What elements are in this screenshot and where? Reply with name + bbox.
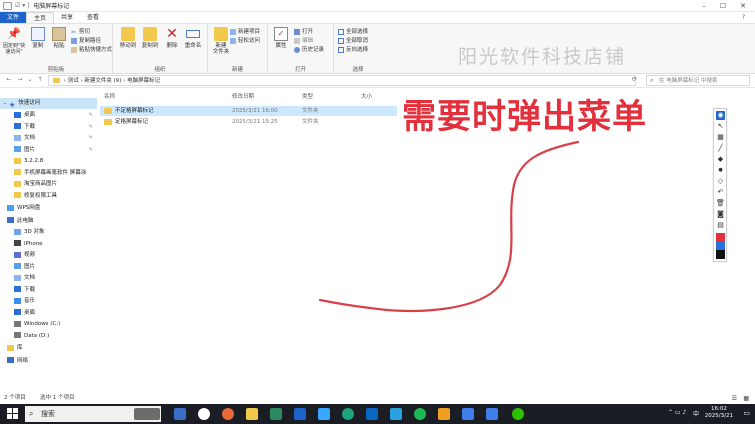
search-icon: ⌕: [29, 409, 34, 418]
thumbnail-view-icon[interactable]: ▦: [743, 393, 749, 404]
app-icon-8[interactable]: [486, 408, 498, 420]
grid-icon[interactable]: ▦: [716, 133, 725, 142]
ime-indicator[interactable]: 中: [693, 409, 699, 418]
highlighter-icon[interactable]: ◆: [716, 155, 725, 164]
pen-icon[interactable]: ╱: [716, 144, 725, 153]
item-count: 2 个项目: [4, 395, 26, 401]
app-icon-3[interactable]: [318, 408, 330, 420]
taskbar-clock[interactable]: 16:02 2025/3/21: [705, 406, 733, 420]
undo-icon[interactable]: ↶: [716, 188, 725, 197]
notification-icon[interactable]: ▭: [743, 409, 750, 417]
trash-icon[interactable]: 🗑: [716, 199, 725, 208]
chrome-icon[interactable]: [198, 408, 210, 420]
app-icon-7[interactable]: [462, 408, 474, 420]
annotation-stroke: [318, 140, 580, 312]
taskbar: ⌕ 搜索 ⌃ ▭ ♪ 中 16:02 2025/3/21 ▭: [0, 404, 755, 424]
dot-icon[interactable]: ●: [716, 166, 725, 175]
app-icon-2[interactable]: [294, 408, 306, 420]
file-explorer-icon[interactable]: [246, 408, 258, 420]
taskbar-news-icon[interactable]: [134, 408, 160, 420]
eye-icon[interactable]: ◉: [716, 111, 725, 120]
wechat-icon[interactable]: [512, 408, 524, 420]
clipboard-icon[interactable]: ▤: [716, 221, 725, 230]
eraser-icon[interactable]: ◇: [716, 177, 725, 186]
app-icon[interactable]: [270, 408, 282, 420]
selected-count: 选中 1 个项目: [40, 395, 75, 401]
color-palette-icon[interactable]: [716, 233, 725, 259]
edge-icon[interactable]: [342, 408, 354, 420]
screen: ☑ ▾ | 电脑屏幕标记 – ☐ ✕ 文件 主页 共享 查看 ? 📌 固定到"快…: [0, 0, 755, 424]
app-icon-4[interactable]: [390, 408, 402, 420]
task-view-icon[interactable]: [174, 408, 186, 420]
store-icon[interactable]: [366, 408, 378, 420]
cursor-icon[interactable]: ↖: [716, 122, 725, 131]
app-icon-5[interactable]: [414, 408, 426, 420]
windows-start-icon[interactable]: [7, 408, 18, 419]
details-view-icon[interactable]: ☰: [732, 393, 737, 404]
firefox-icon[interactable]: [222, 408, 234, 420]
app-icon-6[interactable]: [438, 408, 450, 420]
tray-icons[interactable]: ⌃ ▭ ♪: [668, 409, 686, 416]
drawing-toolbar: ◉ ↖ ▦ ╱ ◆ ● ◇ ↶ 🗑 ◙ ▤: [713, 108, 727, 262]
status-bar: 2 个项目 选中 1 个项目 ☰ ▦: [0, 393, 755, 404]
camera-icon[interactable]: ◙: [716, 210, 725, 219]
